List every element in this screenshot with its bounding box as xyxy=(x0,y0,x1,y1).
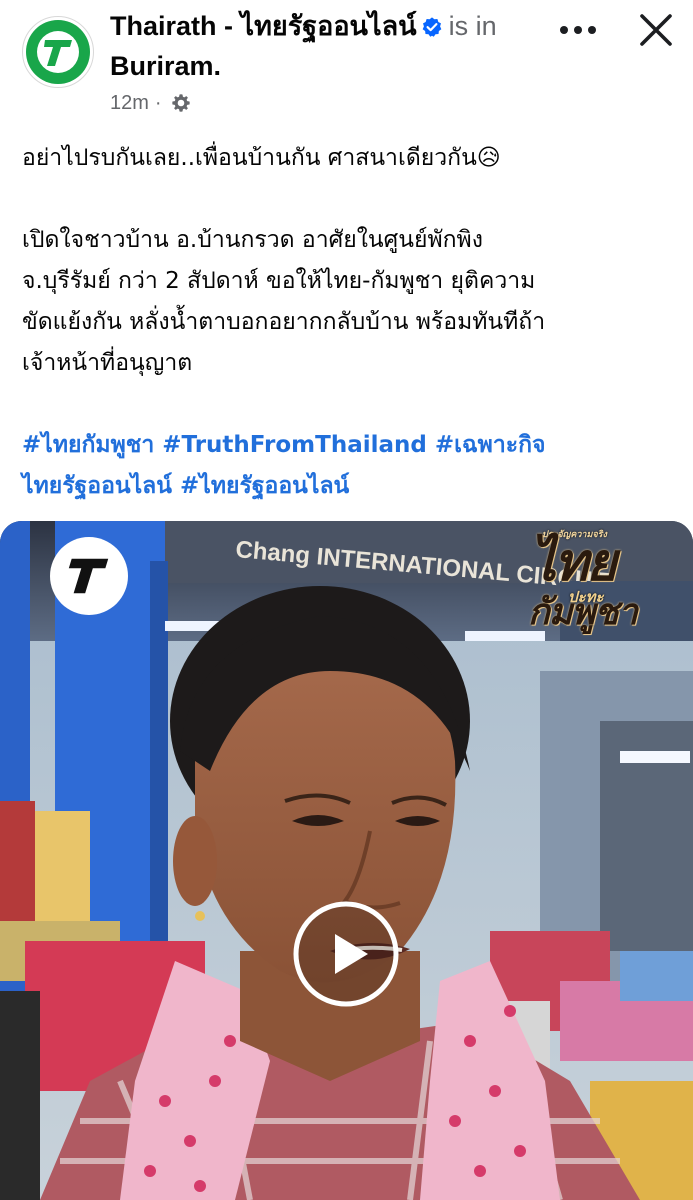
ear xyxy=(173,816,217,906)
stamp-subtitle: กัมพูชา xyxy=(528,592,638,633)
background-goods xyxy=(620,951,693,1001)
post-message: อย่าไปรบกันเลย..เพื่อนบ้านกัน ศาสนาเดียว… xyxy=(22,138,682,507)
location-prefix: is in xyxy=(448,11,497,41)
more-horizontal-icon[interactable] xyxy=(556,15,600,45)
post-paragraph-line: จ.บุรีรัมย์ กว่า 2 สัปดาห์ ขอให้ไทย-กัมพ… xyxy=(22,268,536,294)
hashtag-link[interactable]: #เฉพาะกิจ xyxy=(435,432,546,458)
post-paragraph-line: ขัดแย้งกัน หลั่งน้ำตาบอกอยากกลับบ้าน พร้… xyxy=(22,309,546,335)
stamp-title: ไทย xyxy=(530,533,617,593)
post-timestamp[interactable]: 12m xyxy=(110,88,149,118)
hashtag-link[interactable]: #TruthFromThailand xyxy=(162,432,427,458)
post-paragraph-line: เจ้าหน้าที่อนุญาต xyxy=(22,350,193,376)
page-name[interactable]: Thairath - ไทยรัฐออนไลน์ xyxy=(110,11,417,41)
location-name[interactable]: Buriram. xyxy=(110,48,221,84)
stacked-goods xyxy=(0,801,35,921)
post-header: Thairath - ไทยรัฐออนไลน์ is in Buriram. … xyxy=(0,0,693,125)
post-meta: 12m · xyxy=(110,88,192,118)
header-title-line: Thairath - ไทยรัฐออนไลน์ is in xyxy=(110,6,540,47)
program-stamp: ประจัญความจริง ไทย ปะทะ กัมพูชา xyxy=(520,525,650,635)
thairath-logo-icon xyxy=(68,558,109,594)
play-icon[interactable] xyxy=(293,901,399,1007)
meta-separator: · xyxy=(154,92,162,114)
hashtag-line: #ไทยกัมพูชา #TruthFromThailand #เฉพาะกิจ xyxy=(22,425,682,466)
post-paragraph-line: เปิดใจชาวบ้าน อ.บ้านกรวด อาศัยในศูนย์พัก… xyxy=(22,227,483,253)
ceiling-light xyxy=(620,751,690,763)
video-player[interactable]: Chang INTERNATIONAL CIRCUIT ประจัญความจร… xyxy=(0,521,693,1200)
dark-object xyxy=(0,991,40,1200)
hashtag-link[interactable]: #ไทยกัมพูชา xyxy=(22,432,154,458)
earring xyxy=(195,911,205,921)
post-line-headline: อย่าไปรบกันเลย..เพื่อนบ้านกัน ศาสนาเดียว… xyxy=(22,145,501,171)
video-channel-logo xyxy=(50,537,128,615)
page-avatar[interactable] xyxy=(22,16,94,88)
verified-badge-icon xyxy=(422,17,441,37)
hashtag-link[interactable]: #ไทยรัฐออนไลน์ xyxy=(180,473,349,499)
hashtag-line: ไทยรัฐออนไลน์ #ไทยรัฐออนไลน์ xyxy=(22,466,682,507)
gear-icon[interactable] xyxy=(170,92,192,114)
hashtag-link[interactable]: ไทยรัฐออนไลน์ xyxy=(22,473,172,499)
thairath-logo-icon xyxy=(32,26,84,78)
close-icon[interactable] xyxy=(634,8,678,52)
stacked-goods xyxy=(35,811,90,921)
